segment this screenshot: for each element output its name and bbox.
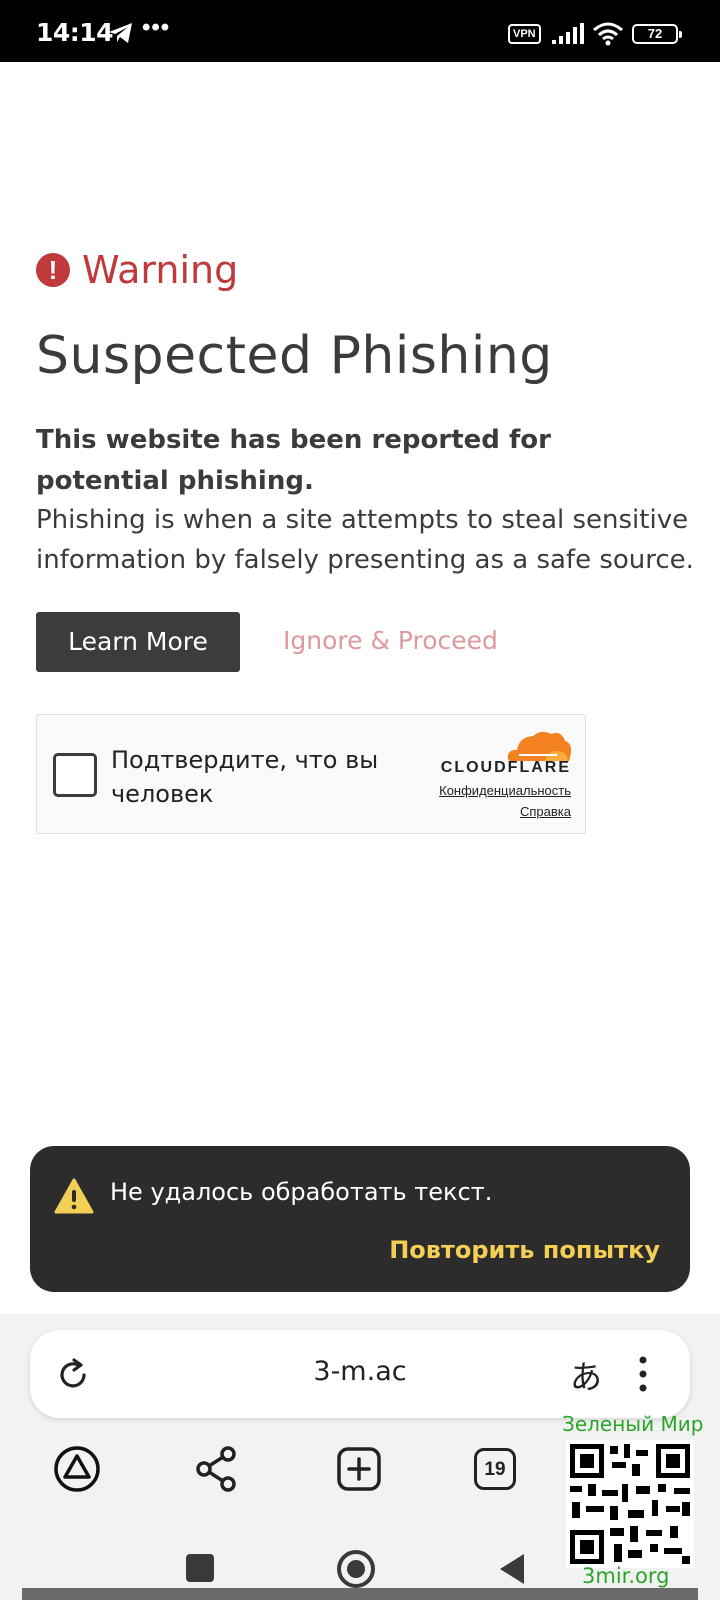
share-icon[interactable] xyxy=(192,1444,242,1494)
cloudflare-cloud-icon xyxy=(507,731,572,761)
warning-header: ! Warning xyxy=(36,248,238,292)
phishing-description: Phishing is when a site attempts to stea… xyxy=(36,505,694,575)
more-menu-icon[interactable] xyxy=(638,1356,648,1392)
cloudflare-verification-widget: Подтвердите, что вы человек CLOUDFLARE К… xyxy=(36,714,586,834)
human-verify-checkbox[interactable] xyxy=(53,753,97,797)
back-button[interactable] xyxy=(500,1554,524,1584)
human-verify-label: Подтвердите, что вы человек xyxy=(111,746,379,808)
home-button[interactable] xyxy=(337,1550,375,1588)
warning-label: Warning xyxy=(82,248,239,292)
qr-code-image xyxy=(566,1440,694,1568)
more-notifications-icon: ••• xyxy=(142,14,171,41)
signal-icon xyxy=(552,23,584,44)
warning-triangle-icon xyxy=(54,1178,94,1214)
tabs-counter-button[interactable]: 19 xyxy=(474,1448,516,1490)
error-toast: Не удалось обработать текст. Повторить п… xyxy=(30,1146,690,1292)
learn-more-button[interactable]: Learn More xyxy=(36,612,240,672)
battery-icon: 72 xyxy=(632,24,682,44)
address-bar[interactable]: 3-m.ac あ xyxy=(30,1330,690,1418)
toast-message: Не удалось обработать текст. xyxy=(110,1178,493,1206)
privacy-link[interactable]: Конфиденциальность xyxy=(439,783,571,798)
wifi-icon xyxy=(593,22,623,46)
cloudflare-logo-text: CLOUDFLARE xyxy=(440,759,571,776)
telegram-icon xyxy=(109,23,132,43)
help-link[interactable]: Справка xyxy=(520,804,571,819)
ignore-proceed-link[interactable]: Ignore & Proceed xyxy=(283,626,498,655)
watermark-title: Зеленый Мир xyxy=(562,1412,704,1436)
alice-assistant-icon[interactable] xyxy=(52,1444,102,1494)
retry-button[interactable]: Повторить попытку xyxy=(389,1236,660,1264)
alert-icon: ! xyxy=(36,253,70,287)
vpn-badge: VPN xyxy=(508,24,541,44)
phishing-notice: This website has been reported for poten… xyxy=(36,425,551,496)
watermark-url: 3mir.org xyxy=(582,1564,670,1588)
page-title: Suspected Phishing xyxy=(36,326,553,386)
recent-apps-button[interactable] xyxy=(186,1554,214,1582)
gesture-bar xyxy=(22,1588,698,1600)
translate-icon[interactable]: あ xyxy=(570,1352,602,1398)
status-time: 14:14 xyxy=(36,18,114,47)
new-tab-icon[interactable] xyxy=(334,1444,384,1494)
status-bar: 14:14 ••• VPN 72 xyxy=(0,0,720,62)
